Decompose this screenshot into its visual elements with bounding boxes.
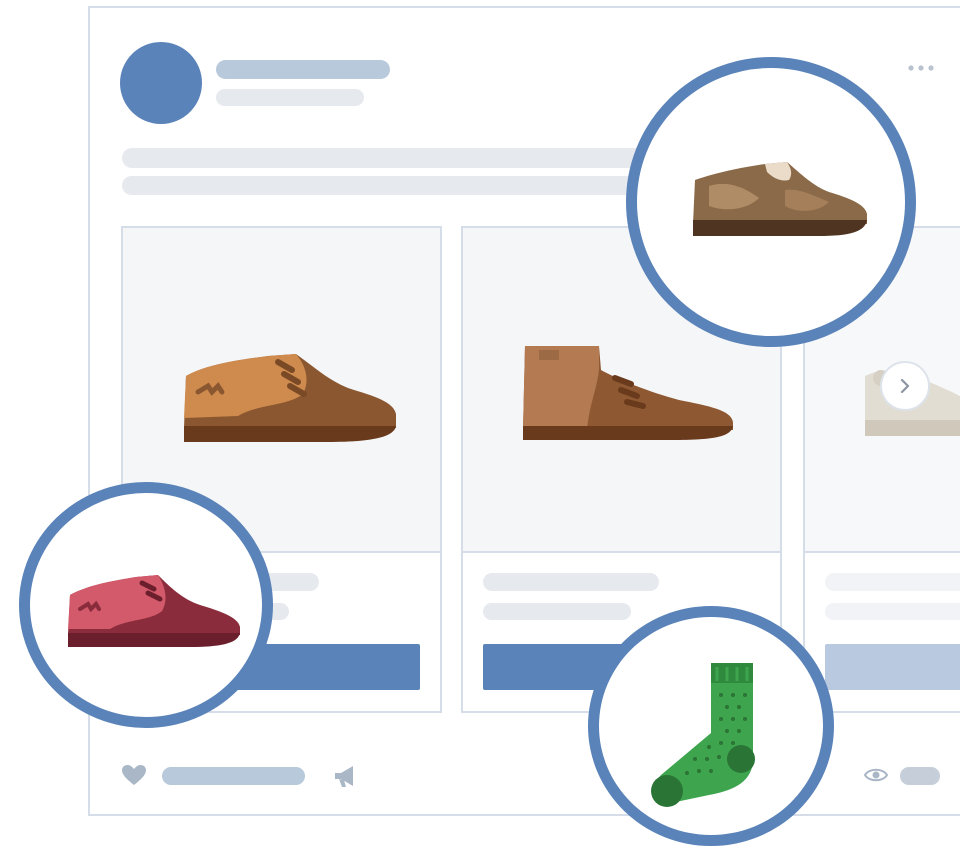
green-polka-dot-sock-icon (651, 663, 755, 807)
carousel-next-button[interactable] (880, 361, 930, 411)
author-name-placeholder[interactable] (216, 60, 390, 79)
views-count-placeholder (900, 767, 940, 785)
product-title-placeholder (825, 573, 960, 591)
brown-oxford-shoe-icon (184, 354, 396, 442)
more-dots-icon[interactable] (904, 58, 938, 78)
product-price-placeholder (483, 603, 631, 620)
brown-chukka-boot-icon (523, 346, 733, 440)
post-text-line-2 (122, 176, 642, 195)
post-text-line-1 (122, 148, 662, 168)
highlight-circle-red-shoe (19, 482, 273, 728)
likes-count-placeholder (162, 767, 305, 785)
highlight-circle-sock (588, 606, 834, 846)
megaphone-icon[interactable] (333, 764, 359, 788)
chevron-right-icon (900, 378, 910, 394)
red-oxford-shoe-icon (68, 575, 240, 647)
product-buy-button[interactable] (825, 644, 960, 690)
avatar[interactable] (120, 42, 202, 124)
product-price-placeholder (825, 603, 960, 620)
post-date-placeholder (216, 89, 364, 106)
eye-icon (864, 768, 888, 782)
camo-oxford-shoe-icon (693, 162, 867, 236)
highlight-circle-camo-shoe (626, 57, 916, 347)
heart-icon[interactable] (121, 764, 147, 786)
product-title-placeholder (483, 573, 659, 591)
